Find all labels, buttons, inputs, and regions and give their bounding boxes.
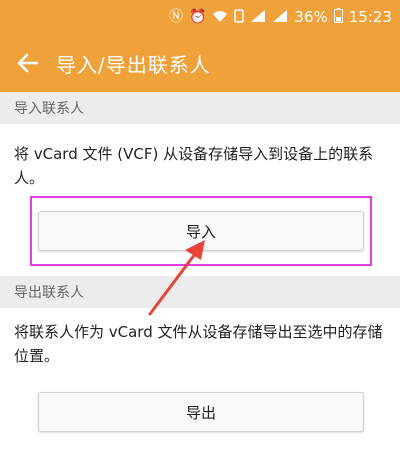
sim-icon bbox=[234, 8, 245, 26]
battery-level: 36% bbox=[294, 8, 328, 26]
n-notification-icon: Ⓝ bbox=[168, 9, 183, 25]
signal-4g-icon bbox=[250, 9, 266, 26]
signal-3g-icon bbox=[272, 9, 288, 26]
wifi-icon bbox=[212, 9, 228, 26]
export-button[interactable]: 导出 bbox=[38, 392, 364, 432]
clock: 15:23 bbox=[348, 8, 392, 26]
export-section-header: 导出联系人 bbox=[0, 276, 400, 308]
import-button[interactable]: 导入 bbox=[38, 211, 364, 251]
import-description: 将 vCard 文件 (VCF) 从设备存储导入到设备上的联系人。 bbox=[14, 145, 374, 187]
page-title: 导入/导出联系人 bbox=[56, 52, 211, 77]
arrow-left-icon[interactable] bbox=[14, 49, 42, 77]
status-bar: Ⓝ ⏰ 36% 15:23 bbox=[0, 0, 400, 34]
import-section-header: 导入联系人 bbox=[0, 92, 400, 124]
export-description: 将联系人作为 vCard 文件从设备存储导出至选中的存储位置。 bbox=[14, 323, 383, 365]
battery-icon bbox=[333, 8, 343, 26]
app-bar: 导入/导出联系人 bbox=[0, 34, 400, 92]
alarm-icon: ⏰ bbox=[188, 9, 207, 25]
